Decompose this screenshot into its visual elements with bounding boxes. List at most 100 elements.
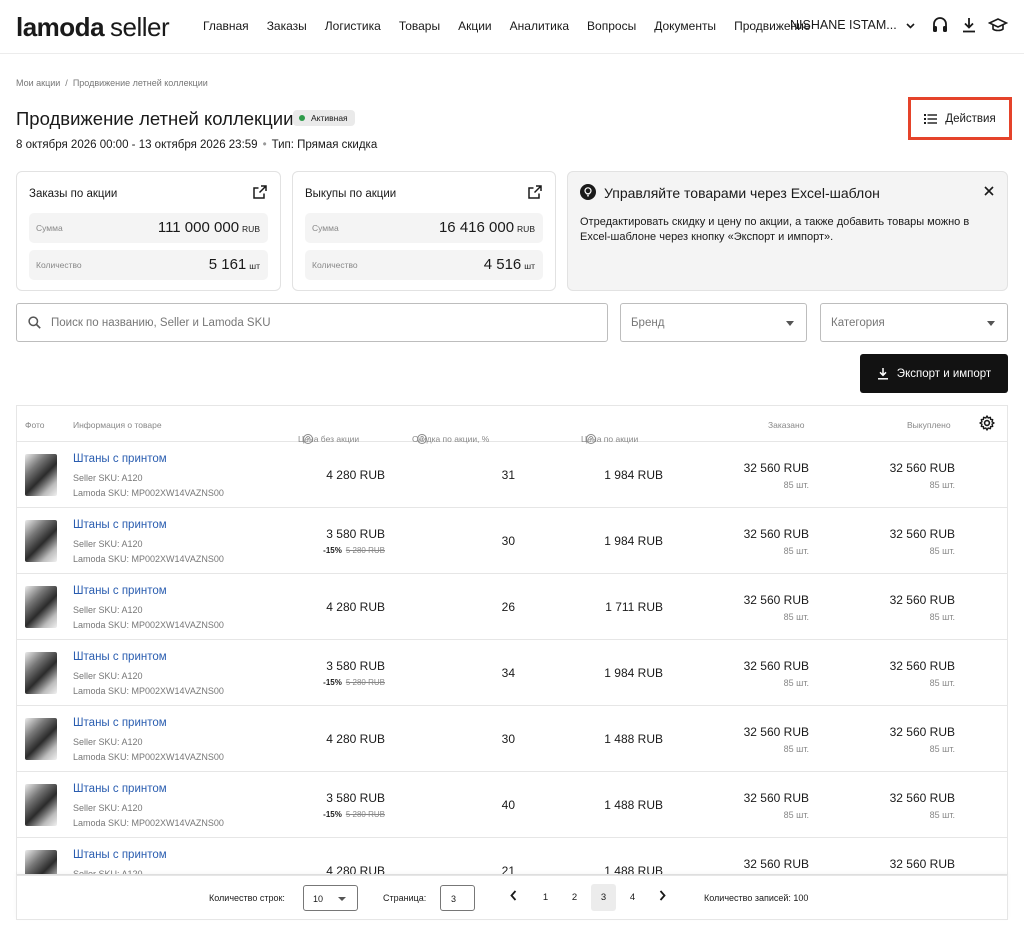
ordered-qty: 85 шт. <box>783 612 809 622</box>
page-input[interactable]: 3 <box>440 885 475 911</box>
buyouts-qty-number: 4 516 <box>483 256 522 273</box>
promo-type: Тип: Прямая скидка <box>271 139 378 151</box>
caret-down-icon <box>987 321 995 326</box>
total-records: Количество записей: 100 <box>704 893 809 903</box>
nav-item[interactable]: Вопросы <box>587 19 636 33</box>
user-name: NISHANE ISTAM... <box>790 18 897 32</box>
nav-item[interactable]: Аналитика <box>510 19 569 33</box>
graduation-cap-icon[interactable] <box>988 15 1008 35</box>
product-photo[interactable] <box>25 850 57 874</box>
table-row[interactable]: Штаны с принтомSeller SKU: A120Lamoda SK… <box>17 838 1007 874</box>
chevron-right-icon[interactable] <box>659 889 666 904</box>
product-name-link[interactable]: Штаны с принтом <box>73 519 167 531</box>
seller-sku: Seller SKU: A120 <box>73 473 143 483</box>
orders-sum-label: Сумма <box>36 223 63 233</box>
ordered-sum: 32 560 RUB <box>743 461 809 475</box>
lamoda-sku: Lamoda SKU: MP002XW14VAZNS00 <box>73 752 224 762</box>
seller-sku: Seller SKU: A120 <box>73 671 143 681</box>
breadcrumb-item-promos[interactable]: Мои акции <box>16 78 60 88</box>
buyouts-sum-row: Сумма 16 416 000 RUB <box>305 213 543 243</box>
product-photo[interactable] <box>25 652 57 694</box>
lightbulb-icon <box>580 184 596 200</box>
old-price-discount: -15% <box>323 678 342 687</box>
price-no-promo: 3 580 RUB <box>326 791 385 805</box>
brand-select-placeholder: Бренд <box>631 317 665 329</box>
orders-card: Заказы по акции Сумма 111 000 000 RUB Кол… <box>16 171 281 291</box>
chevron-left-icon[interactable] <box>510 889 517 904</box>
product-name-link[interactable]: Штаны с принтом <box>73 849 167 861</box>
lamoda-sku: Lamoda SKU: MP002XW14VAZNS00 <box>73 686 224 696</box>
product-name-link[interactable]: Штаны с принтом <box>73 717 167 729</box>
orders-sum-number: 111 000 000 <box>157 219 240 236</box>
page-number[interactable]: 2 <box>562 884 587 911</box>
page-number[interactable]: 1 <box>533 884 558 911</box>
actions-button[interactable]: Действия <box>908 97 1012 140</box>
download-icon[interactable] <box>959 15 979 35</box>
product-photo[interactable] <box>25 454 57 496</box>
old-price: -15% 5 280 RUB <box>323 546 385 555</box>
ordered-sum: 32 560 RUB <box>743 791 809 805</box>
table-row[interactable]: Штаны с принтомSeller SKU: A120Lamoda SK… <box>17 574 1007 640</box>
user-menu[interactable]: NISHANE ISTAM... <box>790 18 915 32</box>
ordered-sum: 32 560 RUB <box>743 527 809 541</box>
bought-sum: 32 560 RUB <box>889 791 955 805</box>
ordered-qty: 85 шт. <box>783 546 809 556</box>
table-row[interactable]: Штаны с принтомSeller SKU: A120Lamoda SK… <box>17 508 1007 574</box>
breadcrumb-item-current: Продвижение летней коллекции <box>72 78 208 88</box>
logo[interactable]: lamoda seller <box>16 12 170 43</box>
product-name-link[interactable]: Штаны с принтом <box>73 651 167 663</box>
product-photo[interactable] <box>25 718 57 760</box>
product-photo[interactable] <box>25 520 57 562</box>
product-photo[interactable] <box>25 784 57 826</box>
table-row[interactable]: Штаны с принтом Seller SKU: A120 Lamoda SK… <box>17 640 1007 706</box>
nav-item[interactable]: Заказы <box>267 19 307 33</box>
orders-sum-value: 111 000 000 RUB <box>158 219 260 236</box>
buyouts-sum-label: Сумма <box>312 223 339 233</box>
table-row[interactable]: Штаны с принтомSeller SKU: A120Lamoda SK… <box>17 442 1007 508</box>
old-price-discount: -15% <box>323 546 342 555</box>
promo-discount: 34 <box>501 666 515 680</box>
rows-per-page-value: 10 <box>313 894 324 904</box>
excel-tip-card: Управляйте товарами через Excel-шаблон О… <box>567 171 1008 291</box>
product-name-link[interactable]: Штаны с принтом <box>73 783 167 795</box>
pagination-bar: Количество строк: 10 Страница: 3 1234 Ко… <box>16 875 1008 920</box>
product-name-link[interactable]: Штаны с принтом <box>73 585 167 597</box>
status-dot <box>299 115 305 121</box>
external-link-icon[interactable] <box>528 185 542 199</box>
orders-sum-row: Сумма 111 000 000 RUB <box>29 213 268 243</box>
product-photo[interactable] <box>25 586 57 628</box>
search-input[interactable] <box>51 312 591 334</box>
nav-item[interactable]: Товары <box>399 19 440 33</box>
rows-per-page-select[interactable]: 10 <box>303 885 358 911</box>
table-row[interactable]: Штаны с принтомSeller SKU: A120Lamoda SK… <box>17 706 1007 772</box>
page-number[interactable]: 3 <box>591 884 616 911</box>
headset-icon[interactable] <box>930 15 950 35</box>
old-price-value: 5 280 RUB <box>345 678 385 687</box>
seller-sku: Seller SKU: A120 <box>73 803 143 813</box>
nav-item[interactable]: Логистика <box>325 19 381 33</box>
table-row[interactable]: Штаны с принтомSeller SKU: A120Lamoda SK… <box>17 772 1007 838</box>
nav-item[interactable]: Главная <box>203 19 249 33</box>
promo-price: 1 488 RUB <box>604 732 663 746</box>
bought-sum: 32 560 RUB <box>889 527 955 541</box>
search-field[interactable] <box>16 303 608 342</box>
brand-select[interactable]: Бренд <box>620 303 807 342</box>
category-select[interactable]: Категория <box>820 303 1008 342</box>
actions-label: Действия <box>945 112 996 125</box>
nav-item[interactable]: Акции <box>458 19 492 33</box>
promo-price: 1 984 RUB <box>604 534 663 548</box>
nav-item[interactable]: Документы <box>654 19 716 33</box>
orders-card-title: Заказы по акции <box>29 188 118 200</box>
orders-qty-row: Количество 5 161 шт <box>29 250 268 280</box>
gear-icon[interactable] <box>979 415 995 431</box>
external-link-icon[interactable] <box>253 185 267 199</box>
bought-sum: 32 560 RUB <box>889 659 955 673</box>
product-name-link[interactable]: Штаны с принтом <box>73 453 167 465</box>
old-price: -15% 5 280 RUB <box>323 810 385 819</box>
list-icon <box>924 113 938 124</box>
bullet-separator: • <box>262 139 267 151</box>
page-number[interactable]: 4 <box>620 884 645 911</box>
close-icon[interactable] <box>984 183 994 201</box>
export-import-button[interactable]: Экспорт и импорт <box>860 354 1008 393</box>
old-price: -15% 5 280 RUB <box>323 678 385 687</box>
